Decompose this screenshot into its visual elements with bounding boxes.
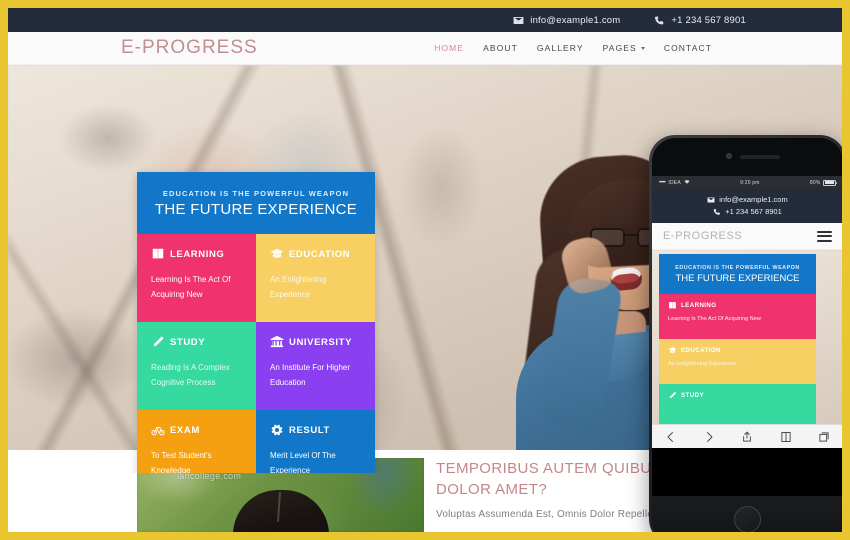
tile-result-title: RESULT — [289, 424, 330, 436]
nav-item-about[interactable]: ABOUT — [483, 43, 518, 53]
gear-icon — [270, 423, 284, 437]
phone-earpiece-area — [652, 138, 842, 176]
phone-mockup: •••• IDEA 9:20 pm 80% info@example1.com … — [649, 135, 842, 532]
page-root: info@example1.com +1 234 567 8901 E-PROG… — [8, 8, 842, 532]
phone-contact-phone[interactable]: +1 234 567 8901 — [713, 207, 782, 216]
phone-screen: •••• IDEA 9:20 pm 80% info@example1.com … — [652, 138, 842, 532]
main-menu: HOME ABOUT GALLERY PAGES CONTACT — [434, 43, 712, 53]
front-camera-icon — [726, 153, 732, 159]
phone-contact-phone-text: +1 234 567 8901 — [725, 207, 782, 216]
bookmarks-icon[interactable] — [779, 430, 792, 443]
topbar-phone-text: +1 234 567 8901 — [671, 14, 746, 26]
tile-result-desc: Merit Level Of The Experience — [270, 451, 336, 473]
nav-item-pages[interactable]: PAGES — [603, 43, 645, 53]
nav-item-contact[interactable]: CONTACT — [664, 43, 712, 53]
hero-banner: EDUCATION IS THE POWERFUL WEAPON THE FUT… — [137, 172, 375, 234]
chevron-down-icon — [640, 46, 645, 50]
home-button[interactable] — [734, 505, 761, 532]
nav-item-pages-label: PAGES — [602, 43, 637, 53]
tile-exam[interactable]: EXAM To Test Student's Knowledge — [137, 410, 256, 473]
main-navbar: E-PROGRESS HOME ABOUT GALLERY PAGES CONT… — [8, 32, 842, 65]
page-frame: info@example1.com +1 234 567 8901 E-PROG… — [0, 0, 850, 540]
tile-study[interactable]: STUDY Reading Is A Complex Cognitive Pro… — [137, 322, 256, 410]
nav-item-gallery-label: GALLERY — [536, 43, 584, 53]
phone-contact-email[interactable]: info@example1.com — [707, 195, 788, 204]
phone-tile-stack: EDUCATION IS THE POWERFUL WEAPON THE FUT… — [659, 254, 816, 429]
topbar-phone[interactable]: +1 234 567 8901 — [654, 15, 746, 26]
nav-item-contact-label: CONTACT — [663, 43, 712, 53]
phone-home-area — [652, 496, 842, 532]
earpiece-speaker — [740, 154, 780, 159]
tile-learning[interactable]: LEARNING Learning Is The Act Of Acquirin… — [137, 234, 256, 322]
battery-percent: 80% — [809, 179, 821, 186]
phone-tile-study-title: STUDY — [681, 392, 704, 399]
tile-learning-desc: Learning Is The Act Of Acquiring New — [151, 275, 231, 299]
phone-tile-learning-desc: Learning Is The Act Of Acquiring New — [668, 316, 761, 322]
phone-tile-learning[interactable]: LEARNING Learning Is The Act Of Acquirin… — [659, 294, 816, 339]
tile-exam-desc: To Test Student's Knowledge — [151, 451, 212, 473]
signal-dots-icon: •••• — [659, 179, 666, 186]
phone-browser-toolbar — [652, 424, 842, 448]
bicycle-icon — [151, 423, 165, 437]
tile-learning-title: LEARNING — [170, 248, 225, 260]
tile-row-3: EXAM To Test Student's Knowledge RESULT … — [137, 410, 375, 473]
nav-item-about-label: ABOUT — [483, 43, 518, 53]
pencil-icon — [151, 335, 165, 349]
phone-tile-study[interactable]: STUDY — [659, 384, 816, 429]
envelope-icon — [513, 15, 524, 26]
graduation-cap-icon — [668, 347, 677, 353]
tile-education-desc: An Enlightening Experience — [270, 275, 327, 299]
share-icon[interactable] — [741, 430, 754, 443]
topbar-email-text: info@example1.com — [530, 14, 621, 26]
tile-row-1: LEARNING Learning Is The Act Of Acquirin… — [137, 234, 375, 322]
tile-university-title: UNIVERSITY — [289, 336, 353, 348]
graduation-cap-icon — [270, 247, 284, 261]
phone-page-body: EDUCATION IS THE POWERFUL WEAPON THE FUT… — [652, 250, 842, 448]
feature-tile-grid: EDUCATION IS THE POWERFUL WEAPON THE FUT… — [137, 172, 375, 473]
carrier-label: IDEA — [668, 179, 681, 186]
bank-icon — [270, 335, 284, 349]
tile-university[interactable]: UNIVERSITY An Institute For Higher Educa… — [256, 322, 375, 410]
phone-status-bar: •••• IDEA 9:20 pm 80% — [652, 176, 842, 189]
pencil-icon — [669, 391, 677, 399]
phone-tile-education-desc: An Enlightening Experience — [668, 361, 737, 367]
phone-navbar: E-PROGRESS — [652, 223, 842, 250]
site-logo[interactable]: E-PROGRESS — [121, 37, 258, 59]
phone-hero-banner: EDUCATION IS THE POWERFUL WEAPON THE FUT… — [659, 254, 816, 294]
nav-item-gallery[interactable]: GALLERY — [537, 43, 584, 53]
hero-banner-headline: THE FUTURE EXPERIENCE — [154, 200, 358, 218]
top-contact-bar: info@example1.com +1 234 567 8901 — [8, 8, 842, 32]
phone-icon — [713, 208, 720, 215]
phone-banner-eyebrow: EDUCATION IS THE POWERFUL WEAPON — [675, 264, 800, 271]
hamburger-icon[interactable] — [817, 230, 832, 242]
hero-banner-eyebrow: EDUCATION IS THE POWERFUL WEAPON — [162, 188, 350, 198]
tile-exam-title: EXAM — [170, 424, 200, 436]
phone-tile-education[interactable]: EDUCATION An Enlightening Experience — [659, 339, 816, 384]
battery-icon — [823, 179, 838, 186]
phone-banner-headline: THE FUTURE EXPERIENCE — [675, 272, 800, 284]
tile-study-desc: Reading Is A Complex Cognitive Process — [151, 363, 230, 387]
phone-contact-email-text: info@example1.com — [719, 195, 788, 204]
phone-icon — [654, 15, 665, 26]
envelope-icon — [707, 197, 715, 202]
chevron-left-icon[interactable] — [665, 430, 678, 443]
tile-row-2: STUDY Reading Is A Complex Cognitive Pro… — [137, 322, 375, 410]
phone-tile-education-title: EDUCATION — [681, 347, 721, 354]
tabs-icon[interactable] — [817, 430, 830, 443]
tile-education-title: EDUCATION — [289, 248, 351, 260]
tile-education[interactable]: EDUCATION An Enlightening Experience — [256, 234, 375, 322]
phone-site-logo[interactable]: E-PROGRESS — [663, 230, 742, 242]
phone-contact-bar: info@example1.com +1 234 567 8901 — [652, 189, 842, 223]
tile-university-desc: An Institute For Higher Education — [270, 363, 351, 387]
nav-item-home[interactable]: HOME — [434, 43, 464, 53]
nav-item-home-label: HOME — [434, 43, 465, 53]
book-icon — [151, 247, 165, 261]
tile-result[interactable]: RESULT Merit Level Of The Experience — [256, 410, 375, 473]
book-icon — [669, 302, 676, 309]
tile-study-title: STUDY — [170, 336, 206, 348]
topbar-email[interactable]: info@example1.com — [513, 15, 620, 26]
chevron-right-icon[interactable] — [703, 430, 716, 443]
phone-tile-learning-title: LEARNING — [681, 302, 717, 309]
status-time: 9:20 pm — [740, 179, 760, 186]
